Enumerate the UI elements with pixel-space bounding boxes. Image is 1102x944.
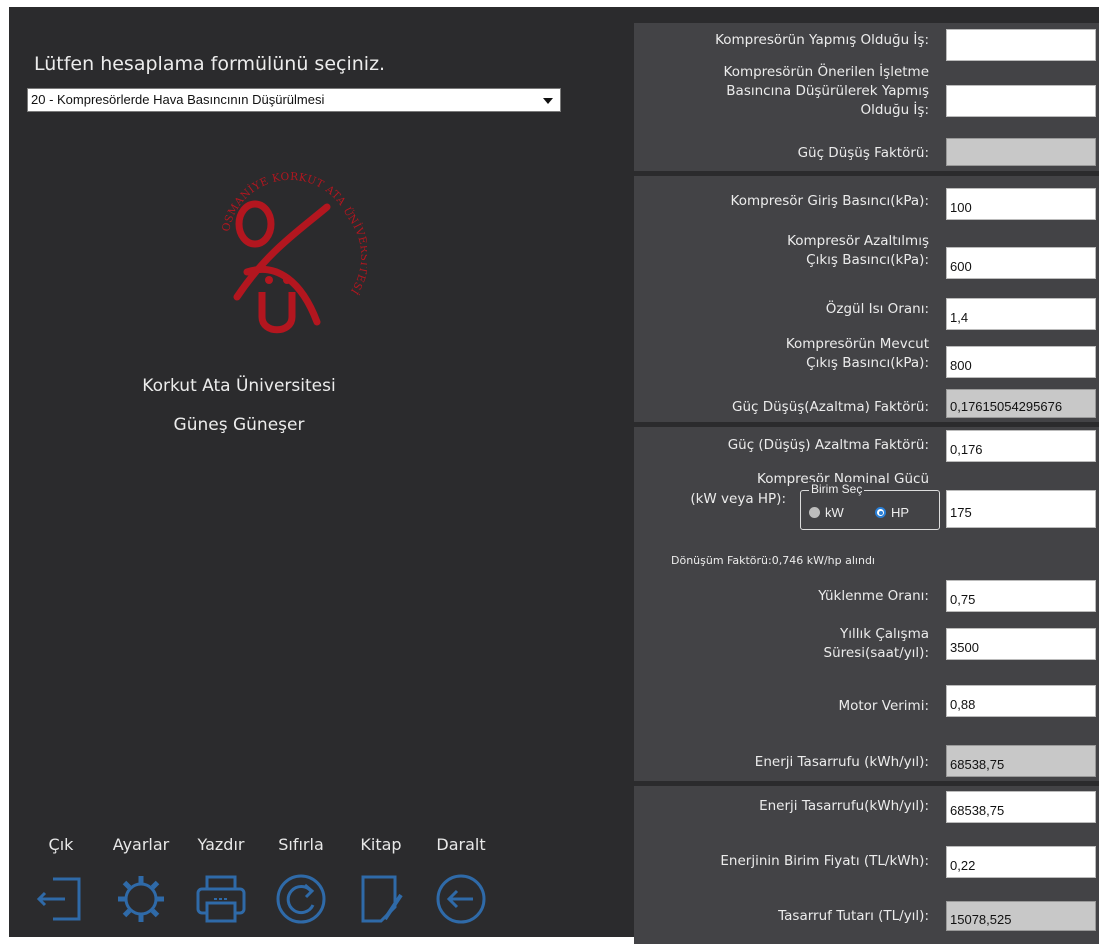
reset-button[interactable]: Sıfırla: [261, 835, 341, 924]
collapse-button[interactable]: Daralt: [421, 835, 501, 924]
cost-panel: Enerji Tasarrufu(kWh/yıl): Enerjinin Bir…: [634, 786, 1099, 944]
gear-icon: [118, 876, 164, 922]
annual-hours-field[interactable]: [946, 628, 1096, 660]
reduced-outlet-label-1: Kompresör Azaltılmış: [787, 233, 929, 249]
collapse-label: Daralt: [436, 835, 486, 854]
inlet-pressure-label: Kompresör Giriş Basıncı(kPa):: [730, 193, 929, 209]
bottom-toolbar: Çık Ayarlar Yazdır Sıfırla Kitap Daralt: [9, 835, 629, 935]
print-button[interactable]: Yazdır: [181, 835, 261, 923]
book-icon: [361, 875, 403, 923]
annual-hours-label-1: Yıllık Çalışma: [839, 626, 929, 642]
nominal-power-field[interactable]: [946, 490, 1096, 528]
exit-button[interactable]: Çık: [21, 835, 101, 921]
app-window: Lütfen hesaplama formülünü seçiniz. 20 -…: [9, 7, 1099, 944]
reduced-work-field[interactable]: [946, 85, 1096, 117]
savings-total-field[interactable]: [946, 901, 1096, 931]
unit-hp-label: HP: [891, 505, 910, 520]
settings-button[interactable]: Ayarlar: [101, 835, 181, 922]
reduced-outlet-label-2: Çıkış Basıncı(kPa):: [806, 252, 929, 268]
formula-select-value: 20 - Kompresörlerde Hava Basıncının Düşü…: [31, 92, 325, 107]
reduced-work-label-2: Basıncına Düşürülerek Yapmış: [726, 83, 929, 99]
conversion-note: Dönüşüm Faktörü:0,746 kW/hp alındı: [671, 554, 875, 567]
motor-efficiency-label: Motor Verimi:: [838, 698, 929, 714]
reduction-factor-field[interactable]: [946, 430, 1096, 462]
author-name: Güneş Güneşer: [173, 415, 305, 435]
specific-heat-field[interactable]: [946, 298, 1096, 330]
reduced-work-label-1: Kompresörün Önerilen İşletme: [723, 64, 929, 80]
power-factor-label: Güç Düşüş(Azaltma) Faktörü:: [731, 399, 929, 415]
printer-icon: [196, 875, 246, 923]
reduced-work-label-3: Olduğu İş:: [860, 102, 929, 118]
unit-radio-group: Birim Seç kW HP: [800, 482, 940, 530]
radio-selected-icon: [875, 507, 886, 518]
university-name: Korkut Ata Üniversitesi: [142, 376, 336, 396]
unit-radio-kw[interactable]: kW: [809, 505, 844, 520]
work-field[interactable]: [946, 29, 1096, 61]
inlet-pressure-field[interactable]: [946, 188, 1096, 220]
power-factor-field[interactable]: [946, 389, 1096, 418]
left-pane: Lütfen hesaplama formülünü seçiniz. 20 -…: [9, 7, 629, 937]
nominal-power-label-2: (kW veya HP):: [690, 491, 786, 507]
formula-prompt: Lütfen hesaplama formülünü seçiniz.: [34, 53, 386, 75]
radio-unselected-icon: [809, 507, 820, 518]
power-drop-field[interactable]: [946, 138, 1096, 166]
collapse-icon: [436, 874, 486, 924]
cost-savings-label: Enerji Tasarrufu(kWh/yıl):: [759, 798, 929, 814]
reset-icon: [276, 874, 326, 924]
annual-hours-label-2: Süresi(saat/yıl):: [823, 645, 929, 661]
savings-total-label: Tasarruf Tutarı (TL/yıl):: [778, 908, 929, 924]
specific-heat-label: Özgül Isı Oranı:: [825, 301, 929, 317]
unit-radio-hp[interactable]: HP: [875, 505, 909, 520]
dropdown-arrow-icon[interactable]: [543, 98, 553, 104]
reduced-outlet-field[interactable]: [946, 247, 1096, 279]
exit-label: Çık: [48, 835, 74, 854]
unit-price-label: Enerjinin Birim Fiyatı (TL/kWh):: [720, 853, 929, 869]
current-outlet-label-1: Kompresörün Mevcut: [785, 336, 929, 352]
energy-savings-label: Enerji Tasarrufu (kWh/yıl):: [754, 754, 929, 770]
motor-efficiency-field[interactable]: [946, 685, 1096, 717]
settings-label: Ayarlar: [112, 835, 170, 854]
print-label: Yazdır: [197, 835, 245, 854]
current-outlet-field[interactable]: [946, 346, 1096, 378]
load-ratio-field[interactable]: [946, 580, 1096, 612]
reduction-factor-label: Güç (Düşüş) Azaltma Faktörü:: [727, 437, 929, 453]
energy-savings-field[interactable]: [946, 745, 1096, 777]
energy-panel: Güç (Düşüş) Azaltma Faktörü: Kompresör N…: [634, 427, 1099, 781]
unit-group-caption: Birim Seç: [809, 482, 865, 496]
formula-select[interactable]: 20 - Kompresörlerde Hava Basıncının Düşü…: [27, 88, 561, 112]
current-outlet-label-2: Çıkış Basıncı(kPa):: [806, 355, 929, 371]
reset-label: Sıfırla: [278, 835, 324, 854]
power-drop-label: Güç Düşüş Faktörü:: [797, 145, 929, 161]
unit-price-field[interactable]: [946, 846, 1096, 878]
pressure-panel: Kompresör Giriş Basıncı(kPa): Kompresör …: [634, 176, 1099, 422]
university-logo: OSMANİYE KORKUT ATA ÜNİVERSİTESİ: [220, 171, 367, 334]
work-label: Kompresörün Yapmış Olduğu İş:: [715, 32, 929, 48]
book-label: Kitap: [360, 835, 402, 854]
cost-savings-field[interactable]: [946, 791, 1096, 823]
work-results-panel: Kompresörün Yapmış Olduğu İş: Kompresörü…: [634, 23, 1099, 171]
book-button[interactable]: Kitap: [341, 835, 421, 923]
load-ratio-label: Yüklenme Oranı:: [818, 588, 929, 604]
exit-icon: [36, 877, 81, 921]
unit-kw-label: kW: [825, 505, 844, 520]
